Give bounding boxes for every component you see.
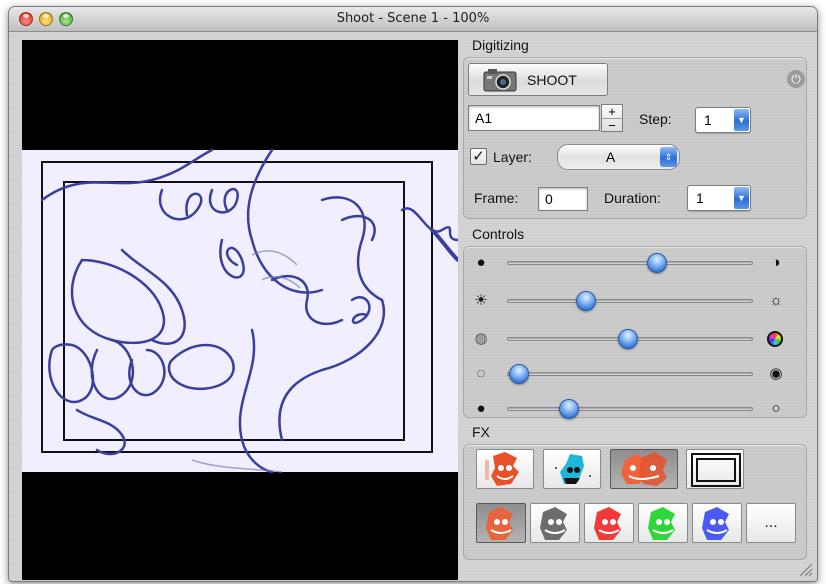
slider-row-saturation: ◍◉ [9,327,817,351]
power-icon[interactable]: ⏻ [787,70,805,88]
fx-orange-tint-icon [486,507,513,540]
shoot-window: Shoot - Scene 1 - 100% Digitizing SHOOT … [8,6,818,582]
dark-circle-icon: ● [476,400,486,417]
controls-section-label: Controls [472,226,525,242]
exposure-field[interactable]: A1 [468,105,600,131]
fx-warm-icon [485,452,519,486]
resize-grip-icon[interactable] [797,561,813,577]
layer-checkbox[interactable]: ✓ [470,148,487,165]
fx-blue-tint-icon [702,507,729,540]
sun-outline-icon: ☼ [769,292,783,309]
duration-value: 1 [696,190,704,206]
fx-section-label: FX [472,424,490,440]
black-circle-icon: ● [476,254,486,271]
fx-frame-button[interactable] [686,449,744,489]
slider-track-brightness-contrast[interactable] [507,261,753,265]
slider-track-brightness[interactable] [507,299,753,303]
layer-value: A [605,149,616,165]
fx-red-tint-icon [594,507,621,540]
fx-multiply-icon [621,452,667,486]
fx-red-tint-button[interactable] [584,503,634,543]
shoot-label: SHOOT [527,71,577,88]
gray-circle-icon: ◍ [474,330,488,347]
step-popup[interactable]: 1 ▼ [695,107,751,133]
fx-invert-icon [555,454,591,484]
slider-thumb-brightness-contrast[interactable] [647,253,668,273]
stepper-minus[interactable]: − [602,119,622,132]
fx-more-button[interactable]: ... [746,503,796,543]
slider-track-exposure[interactable] [507,407,753,411]
window-title: Shoot - Scene 1 - 100% [336,11,490,26]
fx-gray-tint-icon [540,507,567,540]
slider-thumb-saturation[interactable] [617,329,638,349]
slider-row-exposure: ● ○ [9,397,817,421]
fx-gray-tint-button[interactable] [530,503,580,543]
fx-warm-button[interactable] [476,449,534,489]
frame-label: Frame: [474,190,519,206]
duration-label: Duration: [604,190,661,206]
fx-invert-button[interactable] [543,449,601,489]
chevron-down-icon: ▼ [734,187,749,209]
fx-green-tint-icon [648,507,675,540]
white-circle-icon: ○ [771,400,781,417]
frame-icon [691,453,741,487]
step-label: Step: [639,111,672,127]
slider-row-blur: ◌ ◉ [9,362,817,386]
slider-thumb-exposure[interactable] [558,399,579,419]
dotted-circle-icon: ◌ [476,365,486,382]
fx-orange-tint-button[interactable] [476,503,526,543]
layer-label: Layer: [493,149,532,165]
frame-field[interactable]: 0 [538,187,588,211]
exposure-stepper[interactable]: + − [601,104,623,132]
title-bar[interactable]: Shoot - Scene 1 - 100% [9,7,817,32]
camera-icon [483,68,517,92]
color-wheel-icon: ◉ [767,331,783,347]
half-circle-icon: ◑ [771,254,781,271]
target-circle-icon: ◉ [769,365,783,382]
chevron-updown-icon: ⇕ [660,147,677,167]
slider-thumb-brightness[interactable] [575,291,596,311]
fx-green-tint-button[interactable] [638,503,688,543]
slider-row-brightness: ☀ ☼ [9,289,817,313]
fx-blue-tint-button[interactable] [692,503,742,543]
shoot-button[interactable]: SHOOT [468,63,608,96]
chevron-down-icon: ▼ [734,109,749,131]
sun-filled-icon: ☀ [474,292,488,309]
digitizing-section-label: Digitizing [472,37,529,53]
step-value: 1 [704,112,712,128]
fx-multiply-button[interactable] [610,449,678,489]
slider-track-blur[interactable] [507,372,753,376]
slider-row-brightness-contrast: ● ◑ [9,251,817,275]
slider-thumb-blur[interactable] [509,364,530,384]
duration-popup[interactable]: 1 ▼ [687,185,751,211]
layer-popup[interactable]: A ⇕ [557,144,680,170]
stepper-plus[interactable]: + [602,105,622,119]
